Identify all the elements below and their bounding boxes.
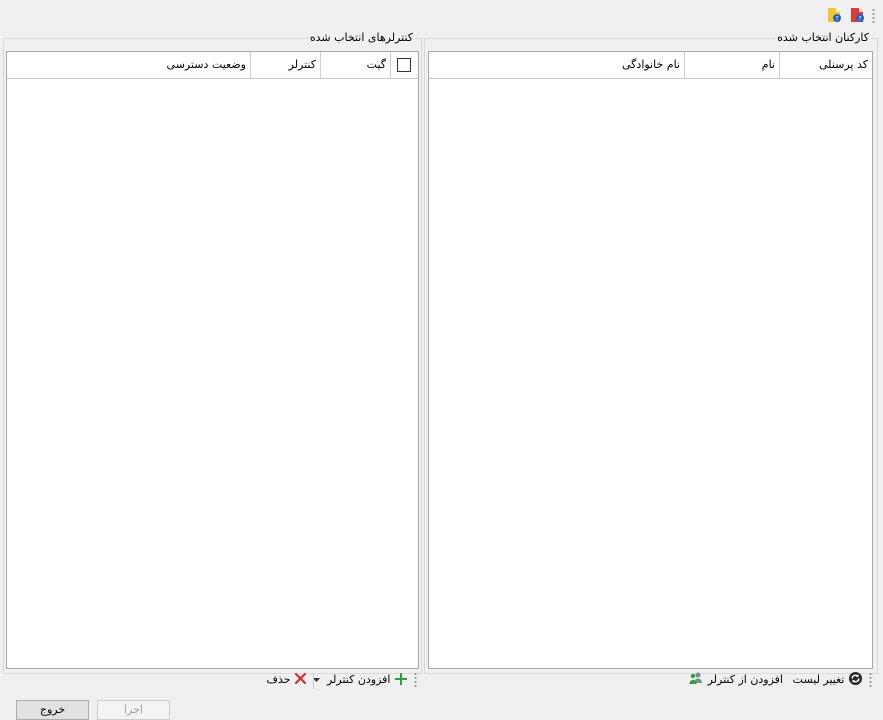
controllers-grid[interactable]: گیت کنترلر وضعیت دسترسی bbox=[6, 51, 419, 669]
refresh-list-label: تغییر لیست bbox=[792, 673, 845, 686]
exit-button[interactable]: خروج bbox=[16, 700, 89, 720]
personnel-group-title: کارکنان انتخاب شده bbox=[775, 31, 871, 44]
delete-button[interactable]: حذف bbox=[267, 671, 307, 689]
column-gate[interactable]: گیت bbox=[320, 52, 390, 78]
controllers-actions-bar: افزودن کنترلر حذف bbox=[6, 669, 420, 691]
personnel-grid-header: کد پرسنلی نام نام خانوادگی bbox=[429, 52, 872, 79]
help-pdf-icon[interactable]: ? bbox=[849, 7, 865, 23]
personnel-actions-grip[interactable] bbox=[869, 672, 872, 688]
column-first-name[interactable]: نام bbox=[684, 52, 779, 78]
personnel-grid[interactable]: کد پرسنلی نام نام خانوادگی bbox=[428, 51, 873, 669]
users-add-icon bbox=[689, 672, 703, 684]
column-controller[interactable]: کنترلر bbox=[250, 52, 320, 78]
add-controller-label: افزودن کنترلر bbox=[326, 673, 391, 686]
controllers-grid-header: گیت کنترلر وضعیت دسترسی bbox=[7, 52, 418, 79]
dropdown-arrow-icon[interactable] bbox=[313, 676, 321, 683]
toolbar-grip[interactable] bbox=[872, 8, 875, 24]
refresh-icon bbox=[848, 671, 863, 686]
personnel-actions-bar: تغییر لیست افزودن از کنترلر bbox=[428, 669, 876, 691]
refresh-list-button[interactable]: تغییر لیست bbox=[793, 671, 863, 689]
delete-label: حذف bbox=[266, 673, 291, 686]
controllers-actions-grip[interactable] bbox=[414, 672, 417, 688]
add-from-controller-button[interactable]: افزودن از کنترلر bbox=[688, 671, 783, 689]
add-controller-button[interactable]: افزودن کنترلر bbox=[313, 671, 408, 689]
plus-icon bbox=[395, 673, 407, 685]
column-last-name[interactable]: نام خانوادگی bbox=[429, 52, 684, 78]
execute-button[interactable]: اجرا bbox=[97, 700, 170, 720]
controllers-group-title: کنترلرهای انتخاب شده bbox=[307, 31, 415, 44]
column-select-all bbox=[390, 52, 418, 78]
add-from-controller-label: افزودن از کنترلر bbox=[707, 673, 783, 686]
actions-separator bbox=[313, 673, 314, 689]
select-all-checkbox[interactable] bbox=[397, 58, 411, 72]
delete-icon bbox=[294, 672, 307, 685]
column-access-status[interactable]: وضعیت دسترسی bbox=[7, 52, 250, 78]
svg-text:?: ? bbox=[858, 16, 861, 23]
svg-text:?: ? bbox=[835, 16, 838, 23]
column-personnel-code[interactable]: کد پرسنلی bbox=[779, 52, 872, 78]
top-toolbar: ? ? bbox=[0, 0, 883, 30]
help-doc-icon[interactable]: ? bbox=[826, 7, 842, 23]
